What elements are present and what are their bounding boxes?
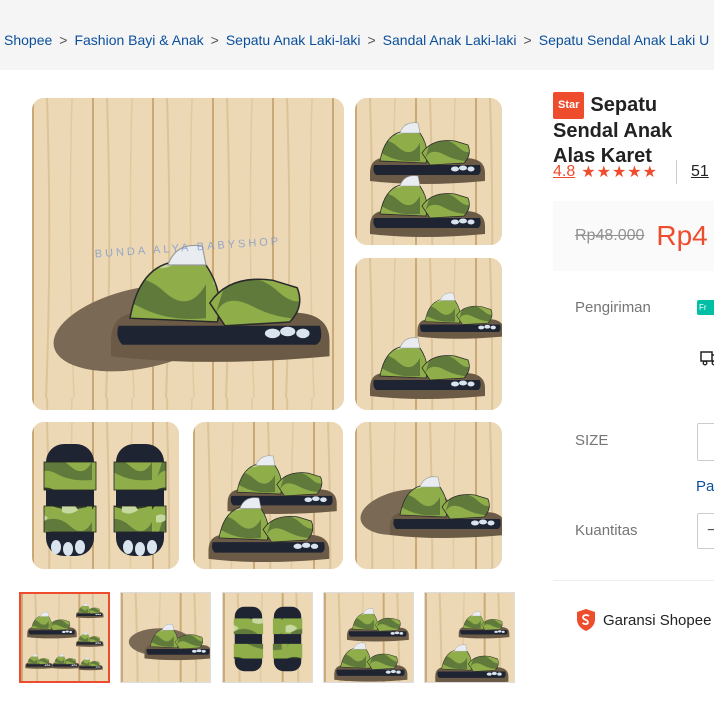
shipping-label: Pengiriman: [575, 299, 651, 316]
star-seller-badge: Star: [553, 92, 585, 119]
thumbnail-2[interactable]: [120, 592, 211, 683]
chevron-right-icon: >: [59, 32, 68, 48]
original-price: Rp48.000: [575, 227, 645, 244]
rating-value[interactable]: 4.8: [553, 163, 575, 181]
thumbnail-4[interactable]: [323, 592, 414, 683]
breadcrumb-current: Sepatu Sendal Anak Laki U: [538, 32, 710, 48]
breadcrumb-sandal-anak[interactable]: Sandal Anak Laki-laki: [383, 32, 517, 48]
main-product-image[interactable]: BUNDA ALYA BABYSHOP: [32, 98, 344, 410]
section-divider: [553, 580, 714, 581]
size-label: SIZE: [575, 432, 609, 449]
current-price: Rp4: [656, 220, 708, 251]
shield-icon: [577, 609, 595, 631]
size-guide-link[interactable]: Pa: [696, 478, 714, 495]
product-image-5[interactable]: [193, 422, 343, 569]
truck-icon: [700, 351, 714, 366]
shopee-guarantee[interactable]: Garansi Shopee: [575, 608, 711, 632]
breadcrumb-shopee[interactable]: Shopee: [4, 32, 52, 48]
product-title: Star Sepatu Sendal Anak Alas Karet: [553, 92, 714, 169]
chevron-right-icon: >: [367, 32, 376, 48]
guarantee-label: Garansi Shopee: [603, 611, 712, 629]
review-count[interactable]: 51: [691, 163, 709, 181]
product-image-2[interactable]: [355, 98, 502, 245]
quantity-label: Kuantitas: [575, 522, 638, 539]
chevron-right-icon: >: [210, 32, 219, 48]
divider: [675, 160, 677, 184]
breadcrumb-sepatu-anak[interactable]: Sepatu Anak Laki-laki: [226, 32, 361, 48]
product-image-3[interactable]: [355, 258, 502, 410]
product-image-6[interactable]: [355, 422, 502, 569]
breadcrumb: Shopee > Fashion Bayi & Anak > Sepatu An…: [0, 24, 714, 56]
star-rating-icon: ★★★★★: [581, 164, 658, 181]
free-shipping-badge: Fr: [697, 300, 714, 315]
thumbnail-1[interactable]: [19, 592, 110, 683]
thumbnail-3[interactable]: [222, 592, 313, 683]
thumbnail-5[interactable]: [424, 592, 515, 683]
chevron-right-icon: >: [523, 32, 532, 48]
product-image-4[interactable]: [32, 422, 179, 569]
size-option-button[interactable]: [697, 423, 714, 461]
rating-row: 4.8 ★★★★★ 51: [553, 160, 709, 184]
quantity-decrease-button[interactable]: −: [697, 513, 714, 549]
price-box: Rp48.000 Rp4: [553, 201, 714, 271]
breadcrumb-fashion-bayi-anak[interactable]: Fashion Bayi & Anak: [74, 32, 203, 48]
